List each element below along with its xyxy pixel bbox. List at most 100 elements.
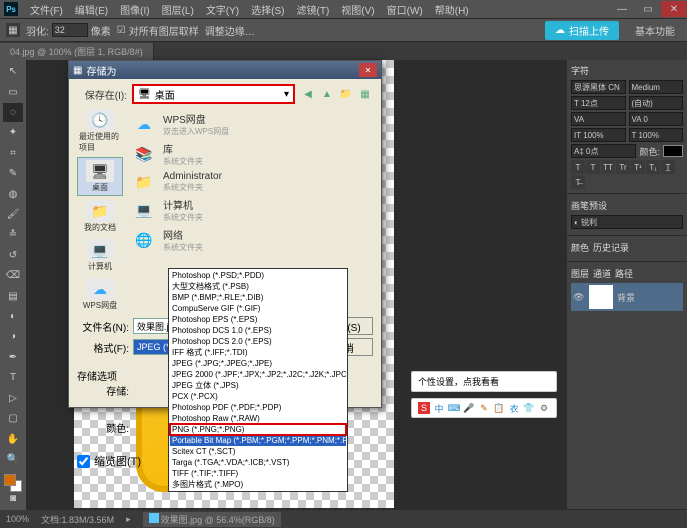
small-btn[interactable]: Tr [616,160,630,174]
ime-tip[interactable]: 个性设置，点我看看 [411,371,557,392]
text-color-swatch[interactable] [663,145,683,157]
doc-tab[interactable]: 04.jpg @ 100% (图层 1, RGB/8#) [0,43,154,60]
menu-view[interactable]: 视图(V) [335,0,380,19]
win-min-icon[interactable]: — [609,1,635,17]
strike-btn[interactable]: T̶ [571,175,585,189]
shape-tool[interactable]: ▢ [3,409,23,428]
fmt-opt[interactable]: 多图片格式 (*.MPO) [170,479,346,490]
vert-October[interactable] [571,128,626,142]
blur-tool[interactable]: ◐ [3,307,23,326]
swatch-tab[interactable]: 颜色 [571,241,589,254]
visibility-icon[interactable]: 👁 [573,292,585,303]
zoom-tool[interactable]: 🔍 [3,450,23,469]
brush-tool[interactable]: 🖌 [3,205,23,224]
channels-tab[interactable]: 通道 [593,267,611,280]
up-icon[interactable]: ▲ [319,86,335,102]
fmt-opt-png[interactable]: PNG (*.PNG;*.PNG) [170,424,346,435]
pen-tool[interactable]: ✒ [3,348,23,367]
bold-btn[interactable]: T [571,160,585,174]
type-tool[interactable]: T [3,368,23,387]
ime-skin[interactable]: 衣 [508,402,520,414]
hand-tool[interactable]: ✋ [3,429,23,448]
color-swatch[interactable] [4,474,22,488]
sub-btn[interactable]: T₁ [646,160,660,174]
dialog-close-icon[interactable]: ✕ [359,63,377,77]
thumbnail-checkbox[interactable] [77,455,90,468]
tracking[interactable] [571,112,626,126]
paths-tab[interactable]: 路径 [615,267,633,280]
path-tool[interactable]: ▷ [3,389,23,408]
marquee-tool[interactable]: ▭ [3,82,23,101]
font-style[interactable] [629,80,684,94]
hscale[interactable] [629,128,684,142]
ime-gear[interactable]: ⚙ [538,402,550,414]
sogou-icon[interactable]: S [418,402,430,414]
brush-tab[interactable]: 画笔预设 [571,199,607,212]
brush-opt[interactable] [571,215,683,229]
savein-dropdown[interactable]: 🖥 桌面 ▾ [133,85,294,103]
stamp-tool[interactable]: ≛ [3,225,23,244]
menu-file[interactable]: 文件(F) [24,0,69,19]
under-btn[interactable]: T̲ [661,160,675,174]
kerning[interactable] [629,112,684,126]
place-wps[interactable]: ☁WPS网盘 [77,276,123,313]
baseline[interactable] [571,144,636,158]
fmt-opt[interactable]: Photoshop (*.PSD;*.PDD) [170,270,346,281]
gradient-tool[interactable]: ▤ [3,286,23,305]
dodge-tool[interactable]: ◑ [3,327,23,346]
ime-mic[interactable]: 🎤 [463,402,475,414]
lasso-tool[interactable]: ◌ [3,103,23,122]
place-docs[interactable]: 📁我的文档 [77,198,123,235]
ime-clip[interactable]: 📋 [493,402,505,414]
file-wps[interactable]: ☁WPS网盘双击进入WPS网盘 [131,109,369,139]
fmt-opt[interactable]: JPEG 2000 (*.JPF;*.JPX;*.JP2;*.J2C;*.J2K… [170,369,346,380]
fmt-opt-pbm[interactable]: Portable Bit Map (*.PBM;*.PGM;*.PPM;*.PN… [170,435,346,446]
wand-tool[interactable]: ✦ [3,123,23,142]
menu-window[interactable]: 窗口(W) [381,0,429,19]
opt-sample[interactable]: 对所有图层取样 [129,23,199,38]
place-desktop[interactable]: 🖥桌面 [77,157,123,196]
file-lib[interactable]: 📚库系统文件夹 [131,139,369,169]
win-close-icon[interactable]: ✕ [661,1,687,17]
menu-help[interactable]: 帮助(H) [429,0,475,19]
fmt-opt[interactable]: JPEG 立体 (*.JPS) [170,380,346,391]
fmt-opt[interactable]: Photoshop DCS 1.0 (*.EPS) [170,325,346,336]
fmt-opt[interactable]: CompuServe GIF (*.GIF) [170,303,346,314]
menu-edit[interactable]: 编辑(E) [69,0,114,19]
leading[interactable] [629,96,684,110]
file-pc[interactable]: 💻计算机系统文件夹 [131,195,369,225]
dialog-titlebar[interactable]: ▦ 存储为 ✕ [69,61,381,79]
ime-cn[interactable]: 中 [433,402,445,414]
font-family[interactable] [571,80,626,94]
menu-image[interactable]: 图像(I) [114,0,155,19]
fmt-opt[interactable]: Photoshop DCS 2.0 (*.EPS) [170,336,346,347]
file-admin[interactable]: 📁Administrator系统文件夹 [131,169,369,195]
menu-text[interactable]: 文字(Y) [200,0,245,19]
fmt-opt[interactable]: JPEG (*.JPG;*.JPEG;*.JPE) [170,358,346,369]
hist-tab[interactable]: 历史记录 [593,241,629,254]
view-icon[interactable]: ▦ [357,86,373,102]
open-doc-tab[interactable]: 效果图.jpg @ 56.4%(RGB/8) [143,512,281,527]
layer-row[interactable]: 👁 背景 [571,283,683,311]
eyedrop-tool[interactable]: ✎ [3,164,23,183]
font-size[interactable] [571,96,626,110]
char-tab[interactable]: 字符 [571,64,589,77]
ime-skin2[interactable]: 👕 [523,402,535,414]
crop-tool[interactable]: ⌗ [3,144,23,163]
fmt-opt[interactable]: Scitex CT (*.SCT) [170,446,346,457]
super-btn[interactable]: T¹ [631,160,645,174]
win-max-icon[interactable]: ▭ [635,1,661,17]
fmt-opt[interactable]: 大型文档格式 (*.PSB) [170,281,346,292]
eraser-tool[interactable]: ⌫ [3,266,23,285]
zoom-level[interactable]: 100% [6,514,29,524]
upload-button[interactable]: ☁扫描上传 [545,21,619,40]
caps-btn[interactable]: TT [601,160,615,174]
fmt-opt[interactable]: Photoshop PDF (*.PDF;*.PDP) [170,402,346,413]
ime-toolbar[interactable]: S 中 ⌨ 🎤 ✎ 📋 衣 👕 ⚙ [411,398,557,418]
file-net[interactable]: 🌐网络系统文件夹 [131,225,369,255]
fmt-opt[interactable]: Photoshop EPS (*.EPS) [170,314,346,325]
move-tool[interactable]: ↖ [3,62,23,81]
back-icon[interactable]: ◀ [300,86,316,102]
place-recent[interactable]: 🕓最近使用的项目 [77,107,123,155]
newfolder-icon[interactable]: 📁 [338,86,354,102]
